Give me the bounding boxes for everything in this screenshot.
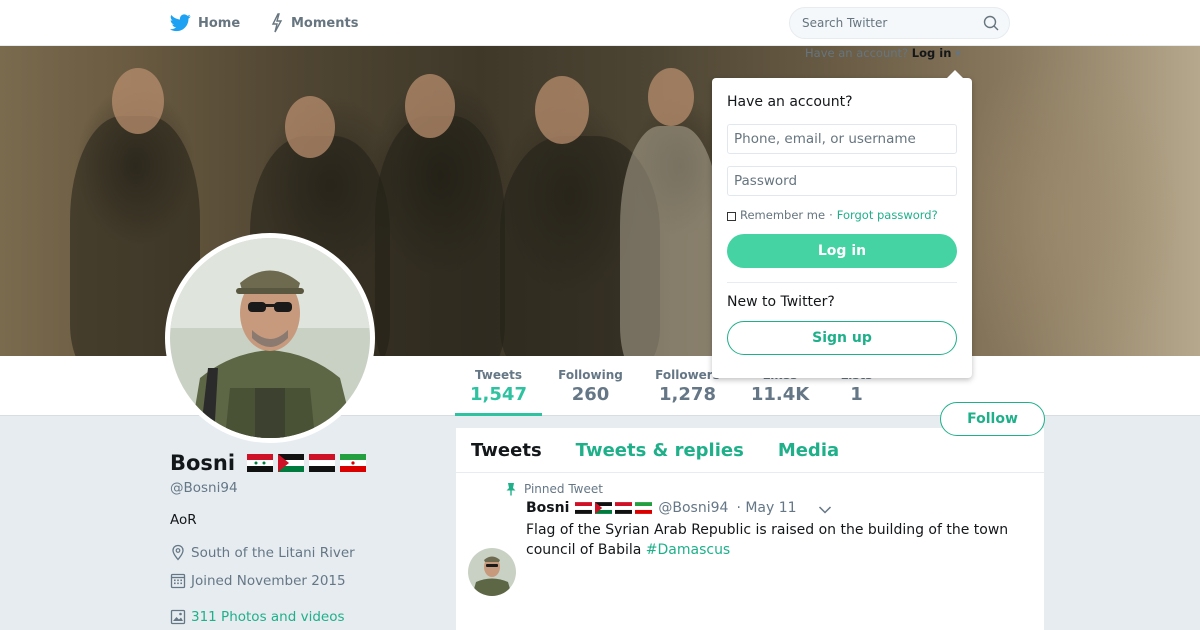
profile-photos-link[interactable]: 311 Photos and videos — [170, 608, 345, 625]
stat-value: 1,547 — [470, 384, 527, 405]
avatar-photo — [170, 238, 370, 438]
yemen-flag-icon — [309, 454, 336, 472]
hashtag-link[interactable]: #Damascus — [646, 542, 730, 558]
login-dropdown: Have an account? Remember me · Forgot pa… — [712, 70, 972, 378]
palestine-flag-icon — [595, 502, 613, 514]
timeline: Tweets Tweets & replies Media Pinned Twe… — [456, 428, 1044, 630]
pin-icon — [506, 482, 516, 495]
stat-value: 260 — [571, 384, 610, 405]
photo-icon — [170, 609, 186, 625]
chevron-down-icon[interactable] — [818, 505, 832, 515]
nav-moments-label: Moments — [291, 15, 359, 31]
palestine-flag-icon — [278, 454, 305, 472]
profile-name: Bosni — [170, 451, 371, 475]
forgot-password-link[interactable]: Forgot password? — [837, 208, 938, 222]
password-field[interactable] — [727, 166, 957, 196]
login-button[interactable]: Log in — [727, 234, 957, 268]
profile-joined: Joined November 2015 — [170, 572, 346, 589]
username-field[interactable] — [727, 124, 957, 154]
new-to-twitter-heading: New to Twitter? — [727, 294, 835, 310]
profile-name-text: Bosni — [170, 451, 236, 475]
stat-tweets[interactable]: Tweets 1,547 — [455, 356, 542, 416]
have-account-text: Have an account? — [805, 46, 909, 60]
tweet-text: Flag of the Syrian Arab Republic is rais… — [526, 520, 1026, 560]
profile-avatar[interactable] — [165, 233, 375, 443]
stat-value: 1,278 — [659, 384, 716, 405]
pinned-label: Pinned Tweet — [524, 482, 603, 496]
nav-home[interactable]: Home — [170, 0, 240, 46]
profile-handle[interactable]: @Bosni94 — [170, 480, 238, 496]
yemen-flag-icon — [615, 502, 633, 514]
search-box — [789, 7, 1010, 39]
tab-media[interactable]: Media — [778, 440, 839, 461]
stat-value: 1 — [850, 384, 863, 405]
lightning-icon — [271, 13, 283, 33]
signup-button[interactable]: Sign up — [727, 321, 957, 355]
stat-label: Tweets — [474, 368, 523, 382]
tab-tweets[interactable]: Tweets — [471, 440, 542, 461]
joined-text: Joined November 2015 — [191, 572, 346, 589]
tweet-item[interactable]: Pinned Tweet Bosni @Bosni94 · May 11 Fla… — [456, 473, 1044, 630]
tab-tweets-replies[interactable]: Tweets & replies — [576, 440, 744, 461]
tweet-author-handle[interactable]: @Bosni94 — [658, 500, 728, 516]
stat-label: Following — [558, 368, 623, 382]
stat-value: 11.4K — [750, 384, 810, 405]
tweet-author-name[interactable]: Bosni — [526, 500, 569, 516]
nav-home-label: Home — [198, 15, 241, 31]
tweet-body: Flag of the Syrian Arab Republic is rais… — [526, 522, 1009, 558]
tweet-header: Bosni @Bosni94 · May 11 — [526, 500, 797, 516]
separator-dot: · — [829, 208, 833, 222]
nav-moments[interactable]: Moments — [270, 0, 358, 46]
login-dropdown-toggle[interactable]: Log in — [912, 46, 952, 60]
iran-flag-icon — [635, 502, 653, 514]
tweet-date[interactable]: · May 11 — [736, 500, 796, 516]
pinned-indicator: Pinned Tweet — [506, 482, 603, 496]
flag-emojis — [247, 454, 371, 472]
login-heading: Have an account? — [727, 94, 853, 110]
profile-bio: AoR — [170, 512, 197, 528]
follow-button[interactable]: Follow — [940, 402, 1045, 436]
syria-flag-icon — [575, 502, 593, 514]
search-icon[interactable] — [983, 15, 999, 31]
search-input[interactable] — [802, 8, 982, 38]
syria-flag-icon — [247, 454, 274, 472]
twitter-bird-icon — [170, 14, 191, 32]
location-pin-icon — [172, 544, 184, 561]
profile-location: South of the Litani River — [170, 544, 355, 561]
photos-text: 311 Photos and videos — [191, 608, 345, 625]
divider — [727, 282, 957, 283]
have-account-prompt: Have an account? Log in ▾ — [805, 46, 961, 60]
calendar-icon — [170, 573, 186, 589]
tweet-flag-emojis — [575, 502, 655, 514]
remember-row: Remember me · Forgot password? — [727, 208, 957, 222]
top-navigation: Home Moments — [0, 0, 1200, 46]
location-text: South of the Litani River — [191, 544, 355, 561]
caret-down-icon: ▾ — [955, 46, 961, 60]
iran-flag-icon — [340, 454, 367, 472]
tweet-avatar[interactable] — [468, 548, 516, 596]
stat-following[interactable]: Following 260 — [553, 356, 628, 416]
remember-label: Remember me — [740, 208, 826, 222]
remember-checkbox[interactable] — [727, 211, 736, 221]
